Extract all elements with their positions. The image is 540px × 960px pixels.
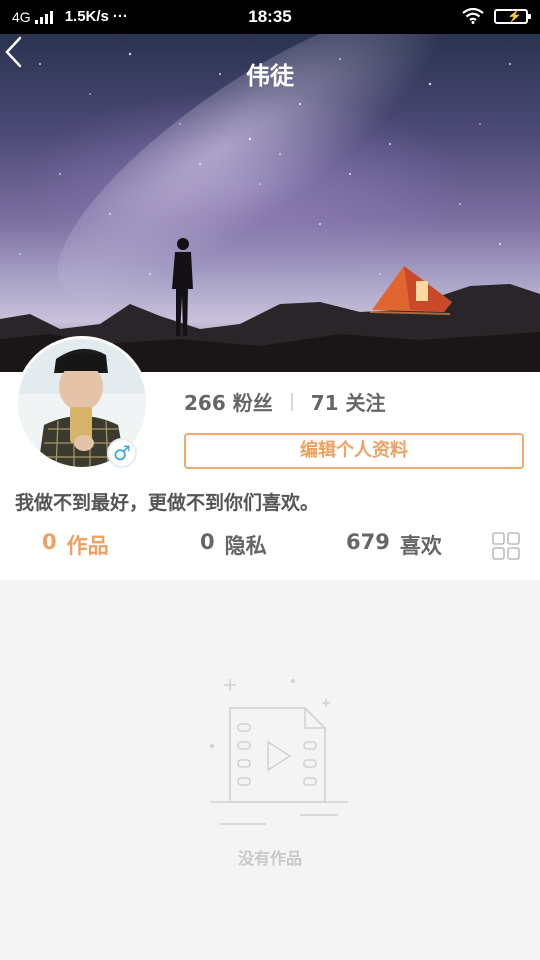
grid-view-icon[interactable] — [492, 532, 520, 560]
tab-works[interactable]: 0 作品 — [42, 530, 109, 560]
tab-count: 679 — [346, 530, 390, 554]
content-tabs: 0 作品 0 隐私 679 喜欢 — [0, 530, 540, 566]
tab-label: 喜欢 — [399, 534, 442, 558]
battery-icon: ⚡ — [494, 8, 531, 24]
follow-count: 71 — [310, 391, 339, 415]
tab-count: 0 — [200, 530, 215, 554]
gender-male-icon: ♂ — [107, 438, 137, 468]
follow-label: 关注 — [345, 391, 386, 415]
profile-bio: 我做不到最好，更做不到你们喜欢。 — [15, 492, 320, 514]
empty-state-text: 没有作品 — [237, 849, 302, 868]
stat-divider — [290, 392, 293, 411]
fans-label: 粉丝 — [232, 391, 273, 415]
follow-stats: 266 粉丝 71 关注 — [184, 387, 386, 416]
edit-profile-button[interactable]: 编辑个人资料 — [184, 433, 524, 469]
clock: 18:35 — [248, 7, 292, 26]
page-title: 伟徒 — [246, 62, 294, 90]
fans-stat[interactable]: 266 粉丝 — [184, 387, 273, 416]
tab-likes[interactable]: 679 喜欢 — [346, 530, 442, 560]
tab-label: 作品 — [66, 534, 109, 558]
wifi-icon — [462, 8, 484, 24]
profile-cover-image: 伟徒 — [0, 34, 540, 372]
status-bar: 4G 1.5K/s ··· 18:35 ⚡ — [0, 0, 540, 34]
tab-label: 隐私 — [224, 534, 267, 558]
tab-count: 0 — [42, 530, 57, 554]
status-right: ⚡ — [462, 8, 531, 24]
follow-stat[interactable]: 71 关注 — [311, 387, 386, 416]
empty-video-icon — [210, 679, 348, 825]
tab-private[interactable]: 0 隐私 — [200, 530, 267, 560]
fans-count: 266 — [184, 391, 226, 415]
